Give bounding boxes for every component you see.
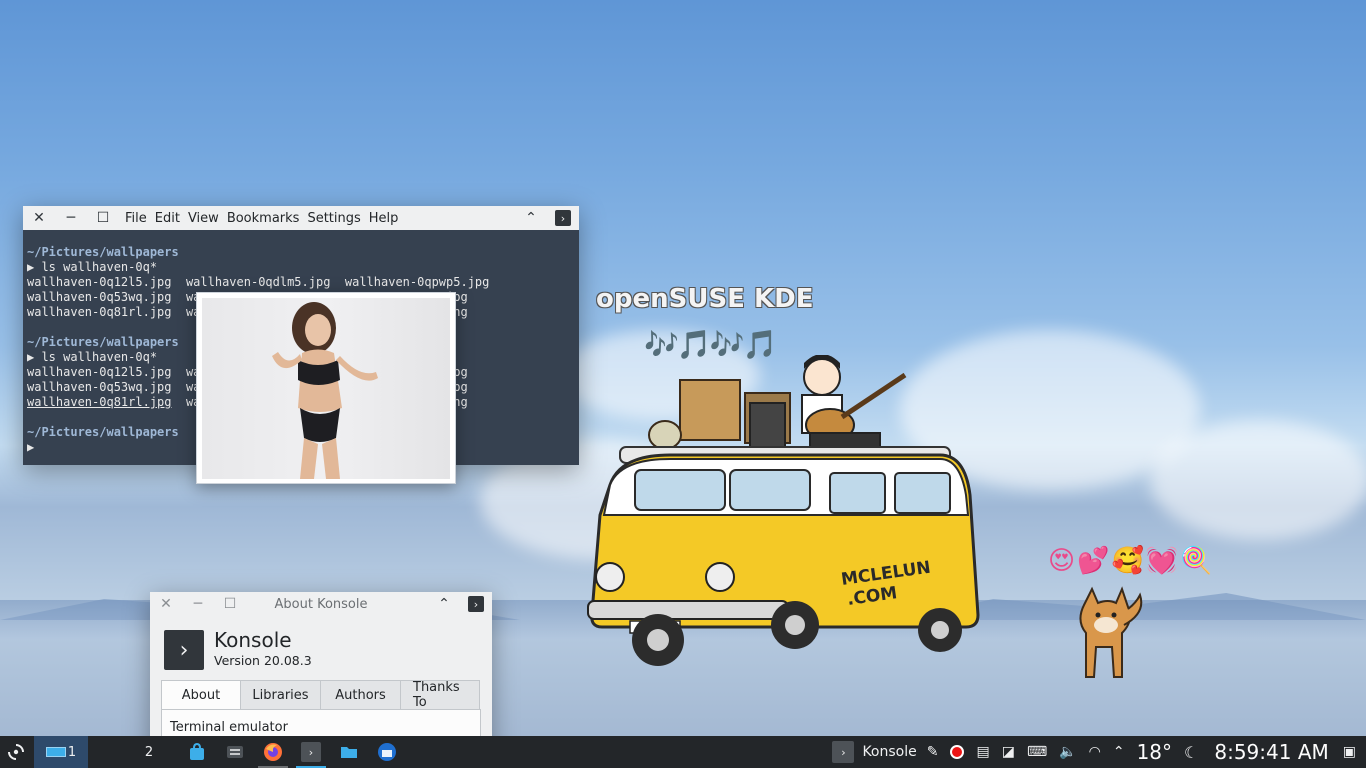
about-title: About Konsole bbox=[274, 597, 368, 612]
desktop-2-label: 2 bbox=[144, 744, 154, 760]
color-picker-button[interactable]: ✎ bbox=[921, 736, 945, 768]
emoji-row: 😍💕🥰💓🍭 bbox=[1048, 546, 1215, 576]
chevron-up-double-icon: ⌃ bbox=[525, 210, 537, 226]
image-preview bbox=[196, 292, 456, 484]
app-description: Terminal emulator bbox=[170, 720, 288, 735]
preview-photo bbox=[202, 298, 450, 479]
record-icon bbox=[950, 745, 965, 759]
wifi-icon: ◠ bbox=[1088, 744, 1101, 760]
show-hidden-icons-button[interactable]: ⌃ bbox=[1107, 736, 1131, 768]
maximize-icon: ☐ bbox=[96, 210, 110, 226]
tab-libraries[interactable]: Libraries bbox=[240, 680, 321, 710]
weather-widget[interactable]: 18° bbox=[1131, 736, 1178, 768]
notes-icon: ▤ bbox=[976, 744, 990, 760]
firefox-icon bbox=[264, 743, 282, 761]
van-illustration: MCLELUN .COM bbox=[587, 355, 980, 666]
menu-file[interactable]: File bbox=[121, 211, 151, 226]
keep-above-button[interactable]: ⌃ bbox=[519, 206, 543, 230]
pager-desktop-2[interactable]: 2 bbox=[122, 736, 176, 768]
terminal-line: ▶ ls wallhaven-0q* bbox=[27, 260, 158, 274]
menu-help[interactable]: Help bbox=[365, 211, 403, 226]
pipette-icon: ✎ bbox=[926, 744, 939, 760]
tab-about[interactable]: About bbox=[161, 680, 241, 710]
window-thumbnail bbox=[45, 747, 66, 757]
konsole-icon: › bbox=[832, 741, 855, 763]
task-system-settings[interactable] bbox=[216, 736, 254, 768]
sticky-note-icon: ◪ bbox=[1001, 744, 1015, 760]
konsole-icon: › bbox=[555, 210, 571, 226]
app-name: Konsole bbox=[214, 628, 292, 652]
terminal-filename[interactable]: wallhaven-0q81rl.jpg bbox=[27, 395, 172, 409]
folder-icon bbox=[341, 747, 357, 758]
show-desktop-icon: ▣ bbox=[1342, 744, 1356, 760]
menu-bookmarks[interactable]: Bookmarks bbox=[223, 211, 304, 226]
chevron-up-icon: ⌃ bbox=[1112, 744, 1125, 760]
minimize-button[interactable]: ─ bbox=[59, 206, 83, 230]
menu-view[interactable]: View bbox=[184, 211, 223, 226]
about-titlebar[interactable]: About Konsole ✕ ─ ☐ ⌃ › bbox=[150, 592, 492, 616]
sticky-notes-button[interactable]: ◪ bbox=[996, 736, 1021, 768]
konsole-icon: › bbox=[301, 742, 321, 762]
dog-illustration bbox=[1079, 586, 1143, 678]
application-launcher[interactable] bbox=[0, 736, 32, 768]
speaker-icon: 🔈 bbox=[1059, 744, 1077, 760]
close-icon: ✕ bbox=[33, 210, 45, 226]
show-desktop-button[interactable]: ▣ bbox=[1339, 736, 1366, 768]
task-thunderbird[interactable] bbox=[368, 736, 406, 768]
discover-icon bbox=[190, 742, 204, 760]
desktop-1-label: 1 bbox=[67, 744, 77, 760]
volume-button[interactable]: 🔈 bbox=[1053, 736, 1082, 768]
app-menu-button[interactable]: › bbox=[551, 206, 575, 230]
active-window-title: Konsole bbox=[862, 744, 917, 760]
about-tabs: About Libraries Authors Thanks To bbox=[161, 680, 480, 710]
menu-edit[interactable]: Edit bbox=[151, 211, 184, 226]
active-window-indicator[interactable]: › Konsole bbox=[832, 736, 920, 768]
close-button[interactable]: ✕ bbox=[27, 206, 51, 230]
network-button[interactable]: ◠ bbox=[1083, 736, 1107, 768]
tab-thanks-to[interactable]: Thanks To bbox=[400, 680, 480, 710]
clock-time: 8:59:41 AM bbox=[1214, 740, 1329, 764]
temperature-label: 18° bbox=[1136, 740, 1173, 764]
photo-figure bbox=[272, 302, 378, 479]
task-firefox[interactable] bbox=[254, 736, 292, 768]
task-konsole[interactable]: › bbox=[292, 736, 330, 768]
konsole-menubar: File Edit View Bookmarks Settings Help bbox=[121, 211, 402, 226]
maximize-button[interactable]: ☐ bbox=[91, 206, 115, 230]
moon-icon: ☾ bbox=[1184, 742, 1199, 762]
konsole-logo-icon: › bbox=[164, 630, 204, 670]
night-color-button[interactable]: ☾ bbox=[1178, 736, 1204, 768]
terminal-line: ~/Pictures/wallpapers bbox=[27, 245, 179, 259]
tab-authors[interactable]: Authors bbox=[320, 680, 401, 710]
terminal-line: wallhaven-0q12l5.jpg wallhaven-0qdlm5.jp… bbox=[27, 275, 490, 289]
task-dolphin[interactable] bbox=[330, 736, 368, 768]
minimize-icon: ─ bbox=[66, 210, 76, 226]
system-tray: › Konsole ✎ ▤ ◪ ⌨ 🔈 ◠ ⌃ 18° ☾ 8:59:41 AM… bbox=[832, 736, 1366, 768]
app-version: Version 20.08.3 bbox=[214, 653, 312, 668]
konsole-titlebar[interactable]: ✕ ─ ☐ File Edit View Bookmarks Settings … bbox=[23, 206, 579, 230]
record-button[interactable] bbox=[944, 736, 970, 768]
keyboard-layout-button[interactable]: ⌨ bbox=[1021, 736, 1053, 768]
wallpaper-title: openSUSE KDE bbox=[596, 284, 814, 314]
pager-desktop-1[interactable]: 1 bbox=[34, 736, 88, 768]
cloud bbox=[1150, 420, 1366, 540]
digital-clock[interactable]: 8:59:41 AM bbox=[1204, 736, 1338, 768]
taskbar: 1 2 › › Konsole ✎ ▤ ◪ ⌨ 🔈 ◠ ⌃ 18° ☾ 8:59 bbox=[0, 736, 1366, 768]
task-discover[interactable] bbox=[178, 736, 216, 768]
opensuse-logo-icon bbox=[8, 744, 24, 760]
menu-settings[interactable]: Settings bbox=[303, 211, 364, 226]
settings-icon bbox=[227, 746, 243, 758]
keyboard-icon: ⌨ bbox=[1026, 744, 1048, 760]
thunderbird-icon bbox=[378, 743, 396, 761]
notifications-button[interactable]: ▤ bbox=[970, 736, 995, 768]
